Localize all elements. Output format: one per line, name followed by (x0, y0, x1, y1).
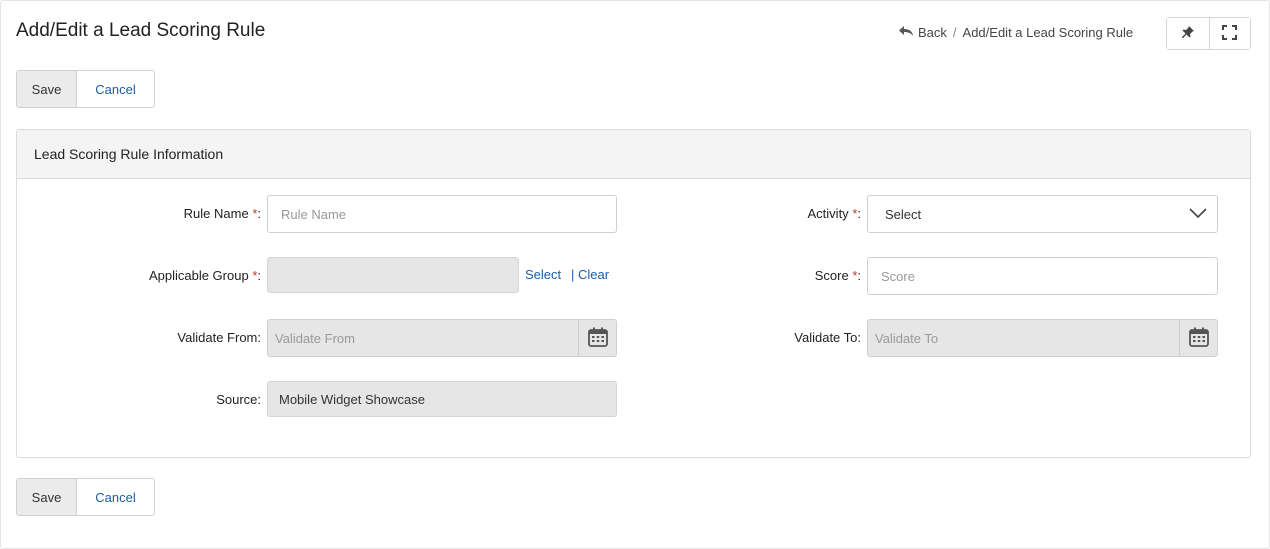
activity-selected-value: Select (885, 206, 922, 222)
label-colon: : (257, 268, 261, 283)
validate-from-field: Validate From (267, 319, 617, 357)
calendar-icon (587, 326, 609, 351)
rule-name-label: Rule Name *: (77, 204, 261, 224)
breadcrumb-separator: / (952, 25, 957, 40)
back-label: Back (918, 25, 947, 40)
top-action-buttons: Save Cancel (16, 70, 155, 108)
validate-to-input[interactable]: Validate To (868, 320, 1179, 356)
fullscreen-icon (1222, 24, 1238, 43)
label-colon: : (857, 268, 861, 283)
pin-icon (1181, 25, 1195, 42)
rule-name-label-text: Rule Name (183, 206, 249, 221)
bottom-action-buttons: Save Cancel (16, 478, 155, 516)
validate-from-label: Validate From: (177, 330, 261, 345)
validate-to-calendar-button[interactable] (1179, 320, 1217, 356)
rule-name-input[interactable]: Rule Name (267, 195, 617, 233)
score-label-text: Score (814, 268, 849, 283)
score-input[interactable]: Score (867, 257, 1218, 295)
back-link[interactable]: Back (898, 25, 947, 40)
applicable-group-select-link[interactable]: Select (525, 265, 561, 285)
applicable-group-clear-link[interactable]: Clear (578, 265, 609, 285)
applicable-group-label: Applicable Group *: (77, 266, 261, 286)
validate-to-label: Validate To: (794, 330, 861, 345)
source-label: Source: (216, 392, 261, 407)
breadcrumb: Back / Add/Edit a Lead Scoring Rule (898, 25, 1133, 40)
breadcrumb-current: Add/Edit a Lead Scoring Rule (962, 25, 1134, 40)
validate-from-calendar-button[interactable] (578, 320, 616, 356)
fullscreen-button[interactable] (1208, 18, 1250, 49)
applicable-group-label-text: Applicable Group (148, 268, 249, 283)
score-label: Score *: (667, 266, 861, 286)
save-button[interactable]: Save (17, 71, 77, 107)
applicable-group-field (267, 257, 519, 293)
source-field: Mobile Widget Showcase (267, 381, 617, 417)
panel-title: Lead Scoring Rule Information (17, 130, 1250, 179)
activity-label-text: Activity (807, 206, 849, 221)
save-button[interactable]: Save (17, 479, 77, 515)
top-tools (1166, 17, 1251, 50)
back-arrow-icon (898, 25, 914, 40)
page-title: Add/Edit a Lead Scoring Rule (16, 20, 266, 41)
cancel-button[interactable]: Cancel (77, 71, 154, 107)
validate-to-field: Validate To (867, 319, 1218, 357)
cancel-button[interactable]: Cancel (77, 479, 154, 515)
link-separator: | (571, 267, 575, 282)
label-colon: : (857, 206, 861, 221)
pin-button[interactable] (1167, 18, 1209, 49)
activity-label: Activity *: (667, 204, 861, 224)
validate-from-input[interactable]: Validate From (268, 320, 578, 356)
lead-scoring-rule-panel: Lead Scoring Rule Information Rule Name … (16, 129, 1251, 458)
calendar-icon (1188, 326, 1210, 351)
label-colon: : (257, 206, 261, 221)
chevron-down-icon (1189, 207, 1207, 222)
activity-select[interactable]: Select (867, 195, 1218, 233)
